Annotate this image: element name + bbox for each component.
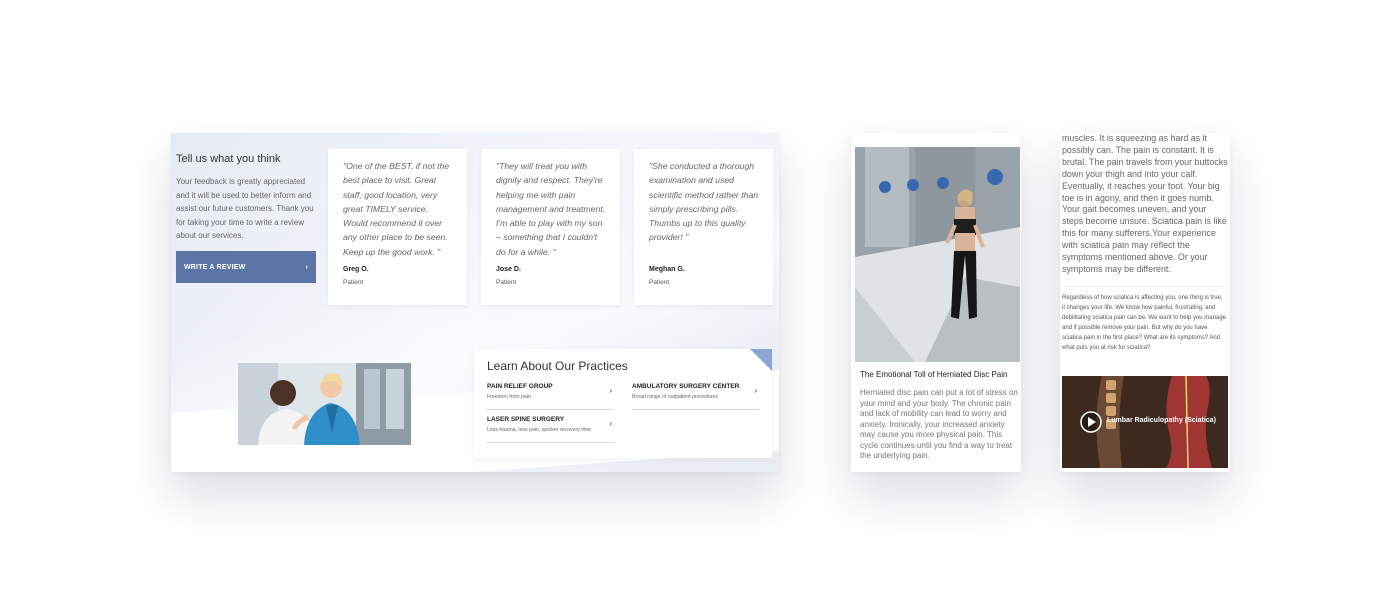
doctor-patient-illustration bbox=[238, 363, 411, 445]
testimonial-quote: "One of the BEST, if not the best place … bbox=[343, 161, 450, 257]
testimonial-author: Meghan G. bbox=[649, 266, 685, 273]
runner-illustration bbox=[855, 147, 1020, 362]
testimonial-quote: "They will treat you with dignity and re… bbox=[496, 161, 606, 257]
testimonial-card: "They will treat you with dignity and re… bbox=[481, 149, 620, 305]
practices-title: Learn About Our Practices bbox=[487, 359, 628, 373]
practice-subtitle: Less trauma, less pain, quicker recovery… bbox=[487, 427, 592, 433]
sciatica-video[interactable]: Lumbar Radiculopathy (Sciatica) bbox=[1062, 376, 1228, 468]
testimonial-card: "She conducted a thorough examination an… bbox=[634, 149, 773, 305]
write-review-button[interactable]: WRITE A REVIEW › bbox=[176, 251, 316, 283]
testimonial-card: "One of the BEST, if not the best place … bbox=[328, 149, 467, 305]
practice-link-ambulatory-surgery[interactable]: AMBULATORY SURGERY CENTER Broad range of… bbox=[632, 383, 759, 410]
testimonial-author: Greg O. bbox=[343, 266, 369, 273]
doctor-patient-photo bbox=[238, 363, 411, 445]
chevron-right-icon: › bbox=[305, 263, 308, 271]
sciatica-paragraph-small: Regardless of how sciatica is affecting … bbox=[1062, 295, 1226, 351]
testimonial-role: Patient bbox=[496, 279, 517, 286]
sciatica-paragraph-large: muscles. It is squeezing as hard as it p… bbox=[1062, 133, 1228, 274]
runner-photo bbox=[855, 147, 1020, 362]
write-review-label: WRITE A REVIEW bbox=[184, 263, 246, 271]
practice-name: PAIN RELIEF GROUP bbox=[487, 383, 553, 390]
sciatica-screen: muscles. It is squeezing as hard as it p… bbox=[1060, 133, 1230, 472]
testimonial-quote: "She conducted a thorough examination an… bbox=[649, 161, 759, 243]
practices-panel: Learn About Our Practices PAIN RELIEF GR… bbox=[474, 349, 772, 458]
testimonial-author: Jose D. bbox=[496, 266, 521, 273]
chevron-right-icon: › bbox=[754, 386, 757, 395]
practice-link-laser-spine[interactable]: LASER SPINE SURGERY Less trauma, less pa… bbox=[487, 416, 614, 443]
article-body: Herniated disc pain can put a lot of str… bbox=[860, 388, 1018, 460]
testimonial-role: Patient bbox=[343, 279, 364, 286]
section-divider bbox=[1062, 286, 1228, 287]
practice-link-pain-relief[interactable]: PAIN RELIEF GROUP Freedom from pain › bbox=[487, 383, 614, 410]
chevron-right-icon: › bbox=[609, 419, 612, 428]
chevron-right-icon: › bbox=[609, 386, 612, 395]
feedback-text: Your feedback is greatly appreciated and… bbox=[176, 177, 314, 240]
testimonial-role: Patient bbox=[649, 279, 670, 286]
article-title: The Emotional Toll of Herniated Disc Pai… bbox=[860, 370, 1008, 379]
practice-subtitle: Freedom from pain bbox=[487, 394, 531, 400]
practice-name: AMBULATORY SURGERY CENTER bbox=[632, 383, 740, 390]
practice-subtitle: Broad range of outpatient procedures bbox=[632, 394, 718, 400]
video-title: Lumbar Radiculopathy (Sciatica) bbox=[1107, 417, 1216, 424]
practice-name: LASER SPINE SURGERY bbox=[487, 416, 565, 423]
main-screen: Tell us what you think Your feedback is … bbox=[171, 133, 779, 472]
corner-accent bbox=[750, 349, 772, 371]
article-screen: The Emotional Toll of Herniated Disc Pai… bbox=[851, 133, 1021, 472]
feedback-heading: Tell us what you think bbox=[176, 153, 281, 165]
